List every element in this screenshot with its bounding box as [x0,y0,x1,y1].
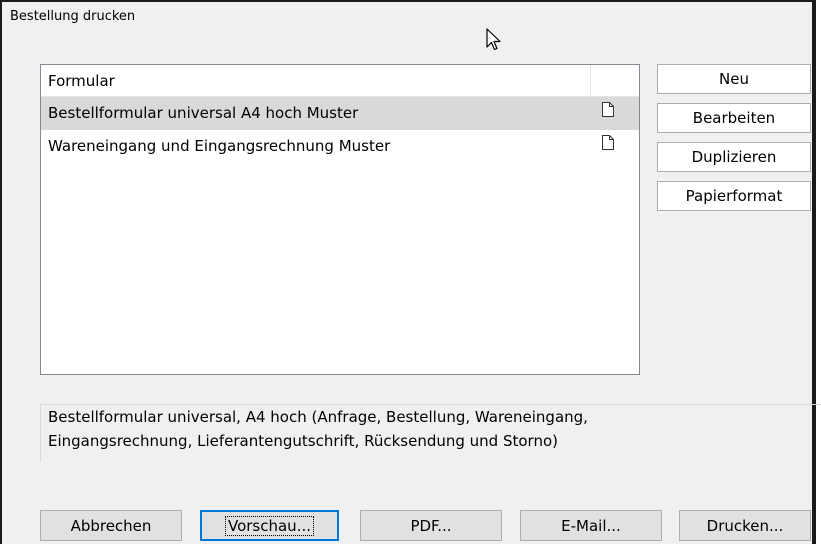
column-separator[interactable] [590,65,591,96]
print-button[interactable]: Drucken... [679,510,811,541]
pdf-button-label: PDF... [410,516,452,535]
document-icon [602,135,614,154]
paper-format-button-label: Papierformat [685,187,783,205]
preview-button-label: Vorschau... [224,515,314,536]
form-list[interactable]: Formular Bestellformular universal A4 ho… [40,64,640,375]
list-item-label: Wareneingang und Eingangsrechnung Muster [48,137,391,155]
list-item-label: Bestellformular universal A4 hoch Muster [48,104,359,122]
duplicate-button-label: Duplizieren [691,148,777,166]
description-line-2: Eingangsrechnung, Lieferantengutschrift,… [48,432,558,450]
cancel-button[interactable]: Abbrechen [40,510,182,541]
preview-button[interactable]: Vorschau... [200,510,339,541]
list-header[interactable]: Formular [41,65,639,97]
edit-button-label: Bearbeiten [692,109,776,127]
column-header-formular[interactable]: Formular [48,72,115,90]
mouse-cursor-icon [486,28,502,56]
list-item[interactable]: Bestellformular universal A4 hoch Muster [41,97,639,130]
dialog-title: Bestellung drucken [10,9,136,24]
duplicate-button[interactable]: Duplizieren [657,142,811,172]
email-button[interactable]: E-Mail... [520,510,662,541]
edit-button[interactable]: Bearbeiten [657,103,811,133]
print-button-label: Drucken... [706,516,784,535]
cancel-button-label: Abbrechen [70,516,152,535]
pdf-button[interactable]: PDF... [360,510,502,541]
new-button[interactable]: Neu [657,64,811,94]
paper-format-button[interactable]: Papierformat [657,181,811,211]
document-icon [602,102,614,121]
email-button-label: E-Mail... [561,516,621,535]
description-line-1: Bestellformular universal, A4 hoch (Anfr… [48,408,588,426]
form-description: Bestellformular universal, A4 hoch (Anfr… [40,404,821,462]
list-item[interactable]: Wareneingang und Eingangsrechnung Muster [41,130,639,163]
print-order-dialog: Bestellung drucken Formular Bestellformu… [0,0,821,544]
new-button-label: Neu [719,70,749,88]
